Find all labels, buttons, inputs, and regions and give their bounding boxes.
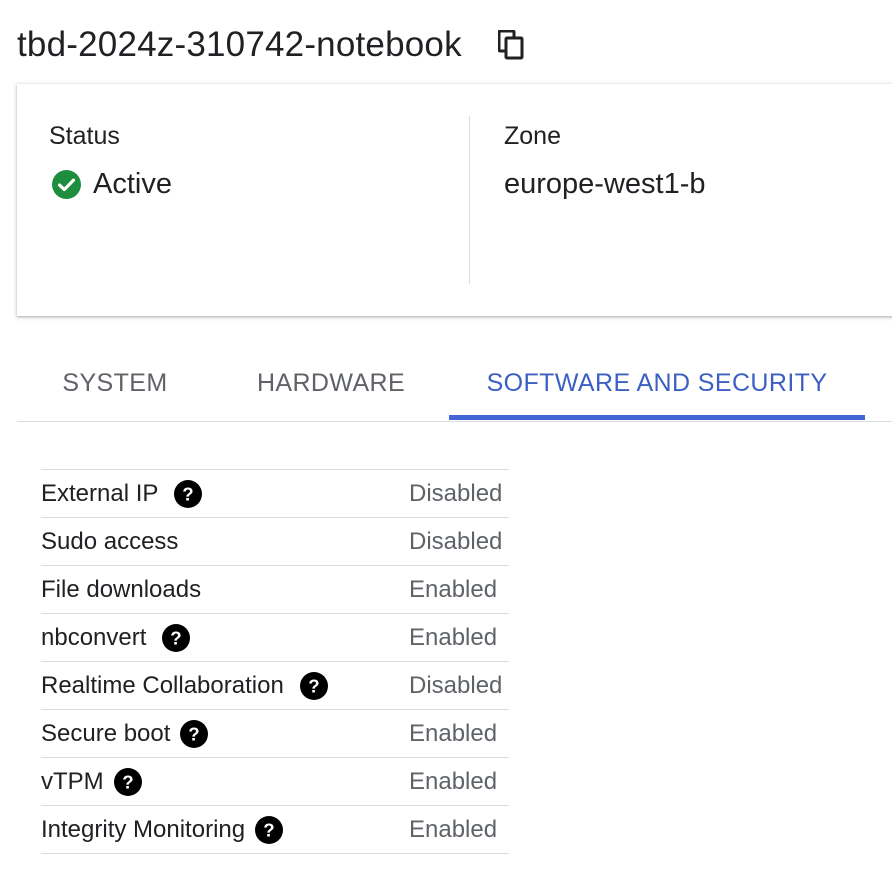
svg-text:?: ? xyxy=(263,819,274,840)
check-circle-icon xyxy=(52,169,81,199)
zone-value: europe-west1-b xyxy=(504,168,706,200)
summary-divider xyxy=(469,116,470,284)
table-row: Secure boot ? Enabled xyxy=(41,709,509,758)
property-value-file-downloads: Enabled xyxy=(409,565,509,614)
table-row: Realtime Collaboration ? Disabled xyxy=(41,661,509,710)
property-name-external-ip: External IP xyxy=(41,479,159,507)
active-tab-indicator xyxy=(449,415,865,420)
property-name-vtpm: vTPM xyxy=(41,767,104,795)
tab-hardware[interactable]: HARDWARE xyxy=(213,346,449,420)
tab-bar: SYSTEM HARDWARE SOFTWARE AND SECURITY xyxy=(17,346,892,422)
table-row: Sudo access Disabled xyxy=(41,517,509,566)
property-name-realtime-collaboration: Realtime Collaboration xyxy=(41,671,284,699)
svg-text:?: ? xyxy=(189,723,200,744)
property-name-nbconvert: nbconvert xyxy=(41,623,147,651)
help-icon[interactable]: ? xyxy=(162,623,191,652)
property-value-integrity-monitoring: Enabled xyxy=(409,805,509,854)
help-icon[interactable]: ? xyxy=(174,479,203,508)
help-icon[interactable]: ? xyxy=(180,719,209,748)
copy-icon[interactable] xyxy=(497,30,524,60)
status-label: Status xyxy=(49,122,120,150)
tab-system[interactable]: SYSTEM xyxy=(17,346,213,420)
property-name-file-downloads: File downloads xyxy=(41,575,202,603)
table-row: vTPM ? Enabled xyxy=(41,757,509,806)
zone-value-row: europe-west1-b xyxy=(504,166,706,202)
table-row: nbconvert ? Enabled xyxy=(41,613,509,662)
status-value-row: Active xyxy=(49,166,172,202)
svg-text:?: ? xyxy=(308,675,319,696)
zone-section: Zone europe-west1-b xyxy=(504,118,706,202)
properties-table: External IP ? Disabled Sudo access Disab… xyxy=(41,469,509,854)
status-section: Status Active xyxy=(49,118,172,202)
help-icon[interactable]: ? xyxy=(255,815,284,844)
svg-text:?: ? xyxy=(171,627,182,648)
tab-software-and-security[interactable]: SOFTWARE AND SECURITY xyxy=(449,346,865,420)
status-value: Active xyxy=(93,168,172,200)
property-value-external-ip: Disabled xyxy=(409,469,509,518)
property-value-sudo-access: Disabled xyxy=(409,517,509,566)
property-value-secure-boot: Enabled xyxy=(409,709,509,758)
table-row: Integrity Monitoring ? Enabled xyxy=(41,805,509,854)
zone-label: Zone xyxy=(504,122,561,150)
property-name-sudo-access: Sudo access xyxy=(41,527,179,555)
page-header: tbd-2024z-310742-notebook xyxy=(17,22,524,68)
property-name-integrity-monitoring: Integrity Monitoring xyxy=(41,815,246,843)
property-value-vtpm: Enabled xyxy=(409,757,509,806)
property-name-secure-boot: Secure boot xyxy=(41,719,171,747)
help-icon[interactable]: ? xyxy=(299,671,328,700)
table-row: File downloads Enabled xyxy=(41,565,509,614)
svg-text:?: ? xyxy=(122,771,133,792)
summary-card: Status Active Zone europe-west1-b xyxy=(17,84,892,316)
property-value-nbconvert: Enabled xyxy=(409,613,509,662)
property-value-realtime-collaboration: Disabled xyxy=(409,661,509,710)
help-icon[interactable]: ? xyxy=(113,767,142,796)
page-title: tbd-2024z-310742-notebook xyxy=(17,25,462,64)
svg-text:?: ? xyxy=(183,483,194,504)
table-row: External IP ? Disabled xyxy=(41,469,509,518)
